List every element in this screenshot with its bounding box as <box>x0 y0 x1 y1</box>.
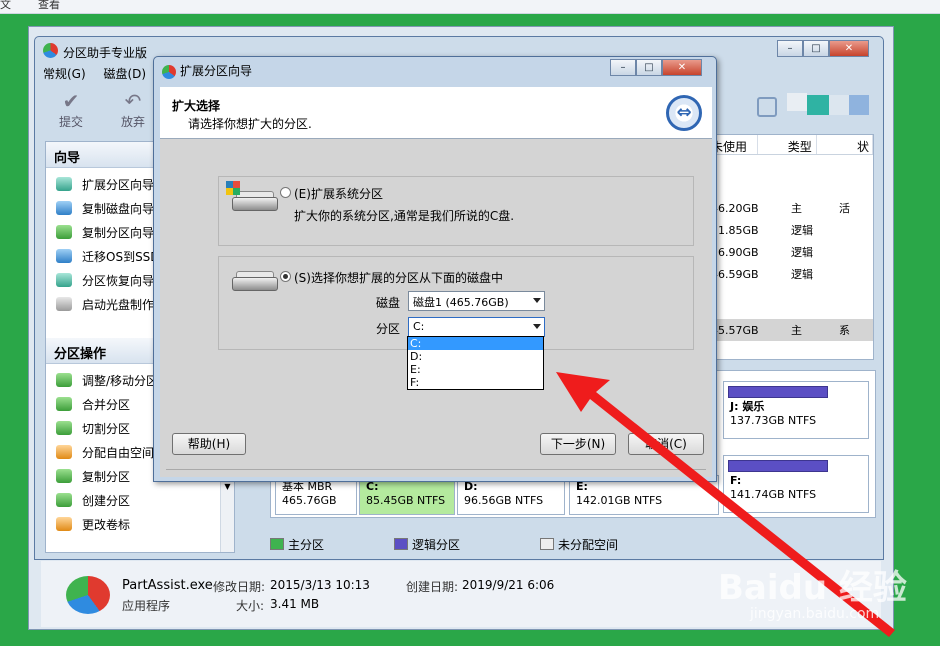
baidu-watermark-logo: Baidu 经验 <box>718 568 907 608</box>
baidu-watermark-url: jingyan.baidu.com <box>750 606 880 622</box>
red-annotation-arrow <box>556 372 895 637</box>
